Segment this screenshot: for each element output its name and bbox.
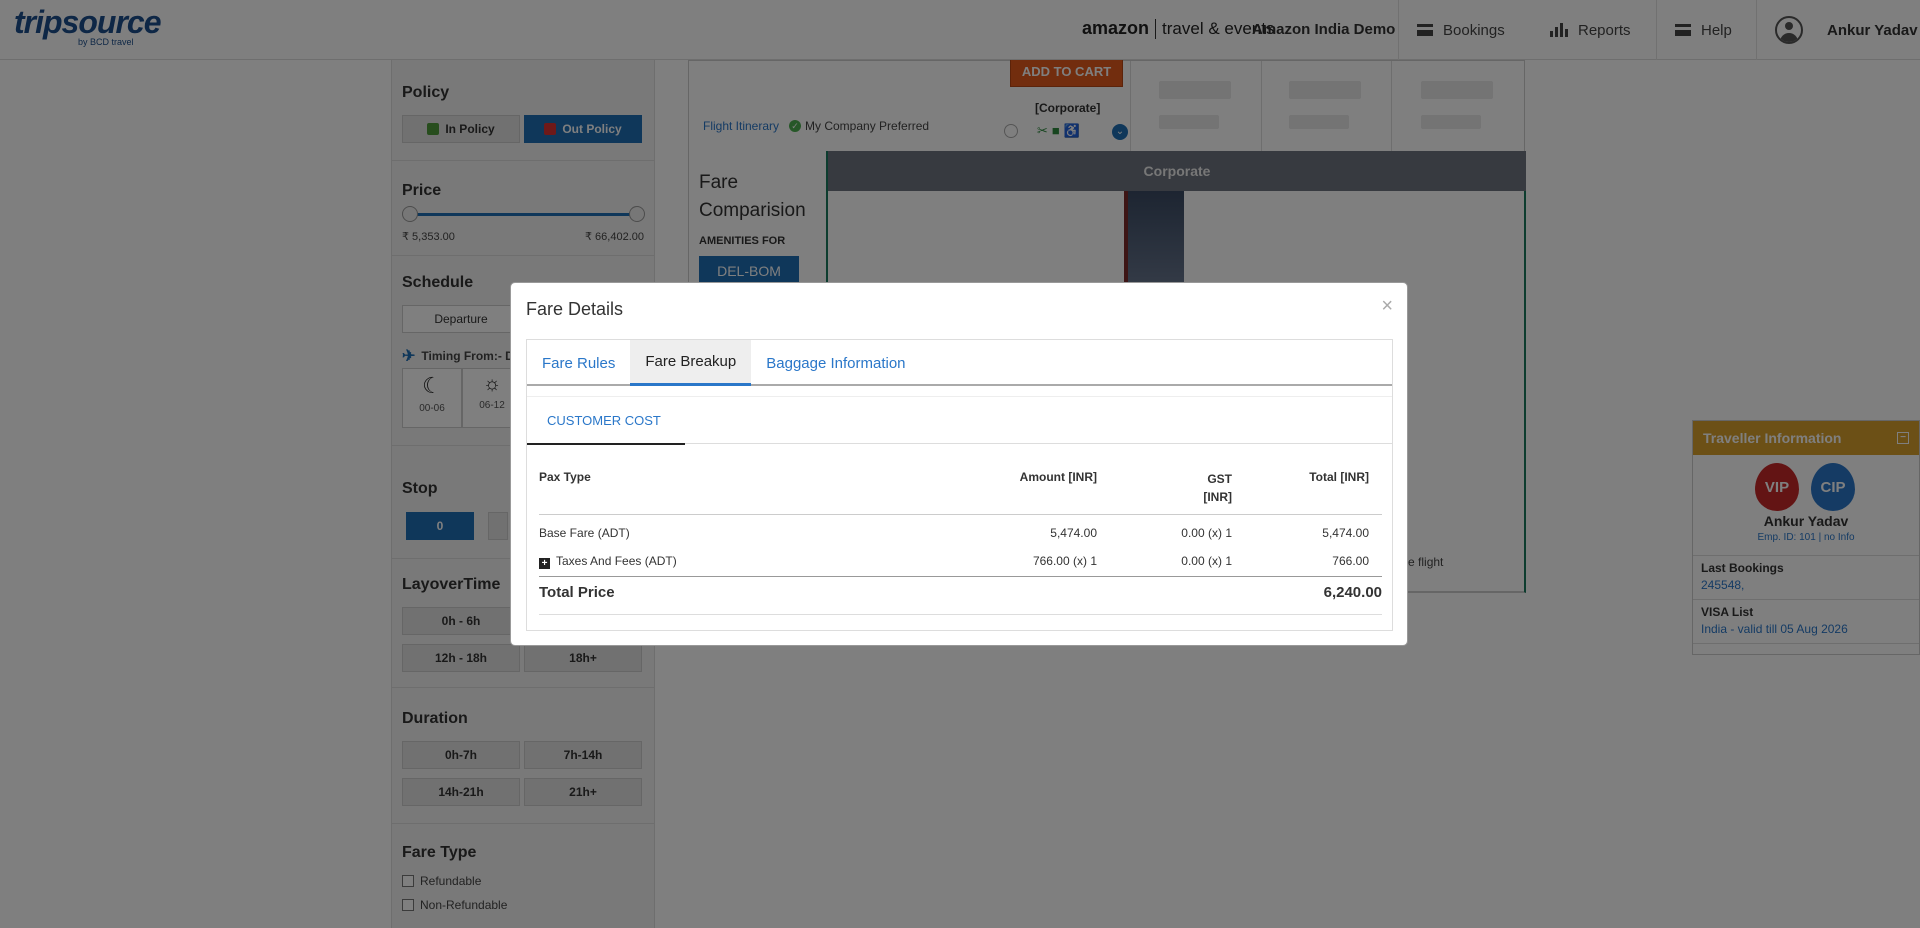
modal-title: Fare Details: [526, 299, 624, 319]
tab-customer-cost[interactable]: CUSTOMER COST: [527, 397, 685, 445]
row-pax-type: Base Fare (ADT): [539, 526, 630, 540]
expand-plus-icon[interactable]: +: [539, 558, 550, 569]
tab-baggage-information[interactable]: Baggage Information: [751, 340, 920, 386]
row-total: 5,474.00: [1322, 526, 1369, 540]
close-icon[interactable]: ×: [1381, 295, 1393, 318]
row-pax-label: Taxes And Fees (ADT): [556, 554, 677, 568]
table-bottom-divider: [539, 614, 1382, 615]
column-header-pax-type: Pax Type: [539, 470, 591, 484]
modal-body: Fare Rules Fare Breakup Baggage Informat…: [526, 339, 1393, 631]
fare-tabs: Fare Rules Fare Breakup Baggage Informat…: [527, 340, 1392, 386]
tab-fare-breakup[interactable]: Fare Breakup: [630, 340, 752, 386]
column-header-total: Total [INR]: [1309, 470, 1369, 484]
total-price-value: 6,240.00: [1323, 584, 1382, 601]
row-amount: 5,474.00: [1050, 526, 1097, 540]
row-amount: 766.00 (x) 1: [1032, 554, 1097, 568]
total-price-label: Total Price: [539, 584, 615, 601]
row-pax-type-expandable[interactable]: + Taxes And Fees (ADT): [539, 554, 677, 569]
cost-subtabs: CUSTOMER COST: [527, 396, 1392, 445]
total-divider: [539, 576, 1382, 577]
row-gst: 0.00 (x) 1: [1181, 554, 1232, 568]
row-total: 766.00: [1332, 554, 1369, 568]
gst-header-line2: [INR]: [1203, 490, 1232, 504]
header-divider: [539, 514, 1382, 515]
fare-details-modal: Fare Details × Fare Rules Fare Breakup B…: [510, 282, 1408, 646]
tab-fare-rules[interactable]: Fare Rules: [527, 340, 630, 386]
column-header-amount: Amount [INR]: [1019, 470, 1097, 484]
gst-header-line1: GST: [1207, 472, 1232, 486]
column-header-gst: GST [INR]: [1159, 470, 1232, 506]
row-gst: 0.00 (x) 1: [1181, 526, 1232, 540]
